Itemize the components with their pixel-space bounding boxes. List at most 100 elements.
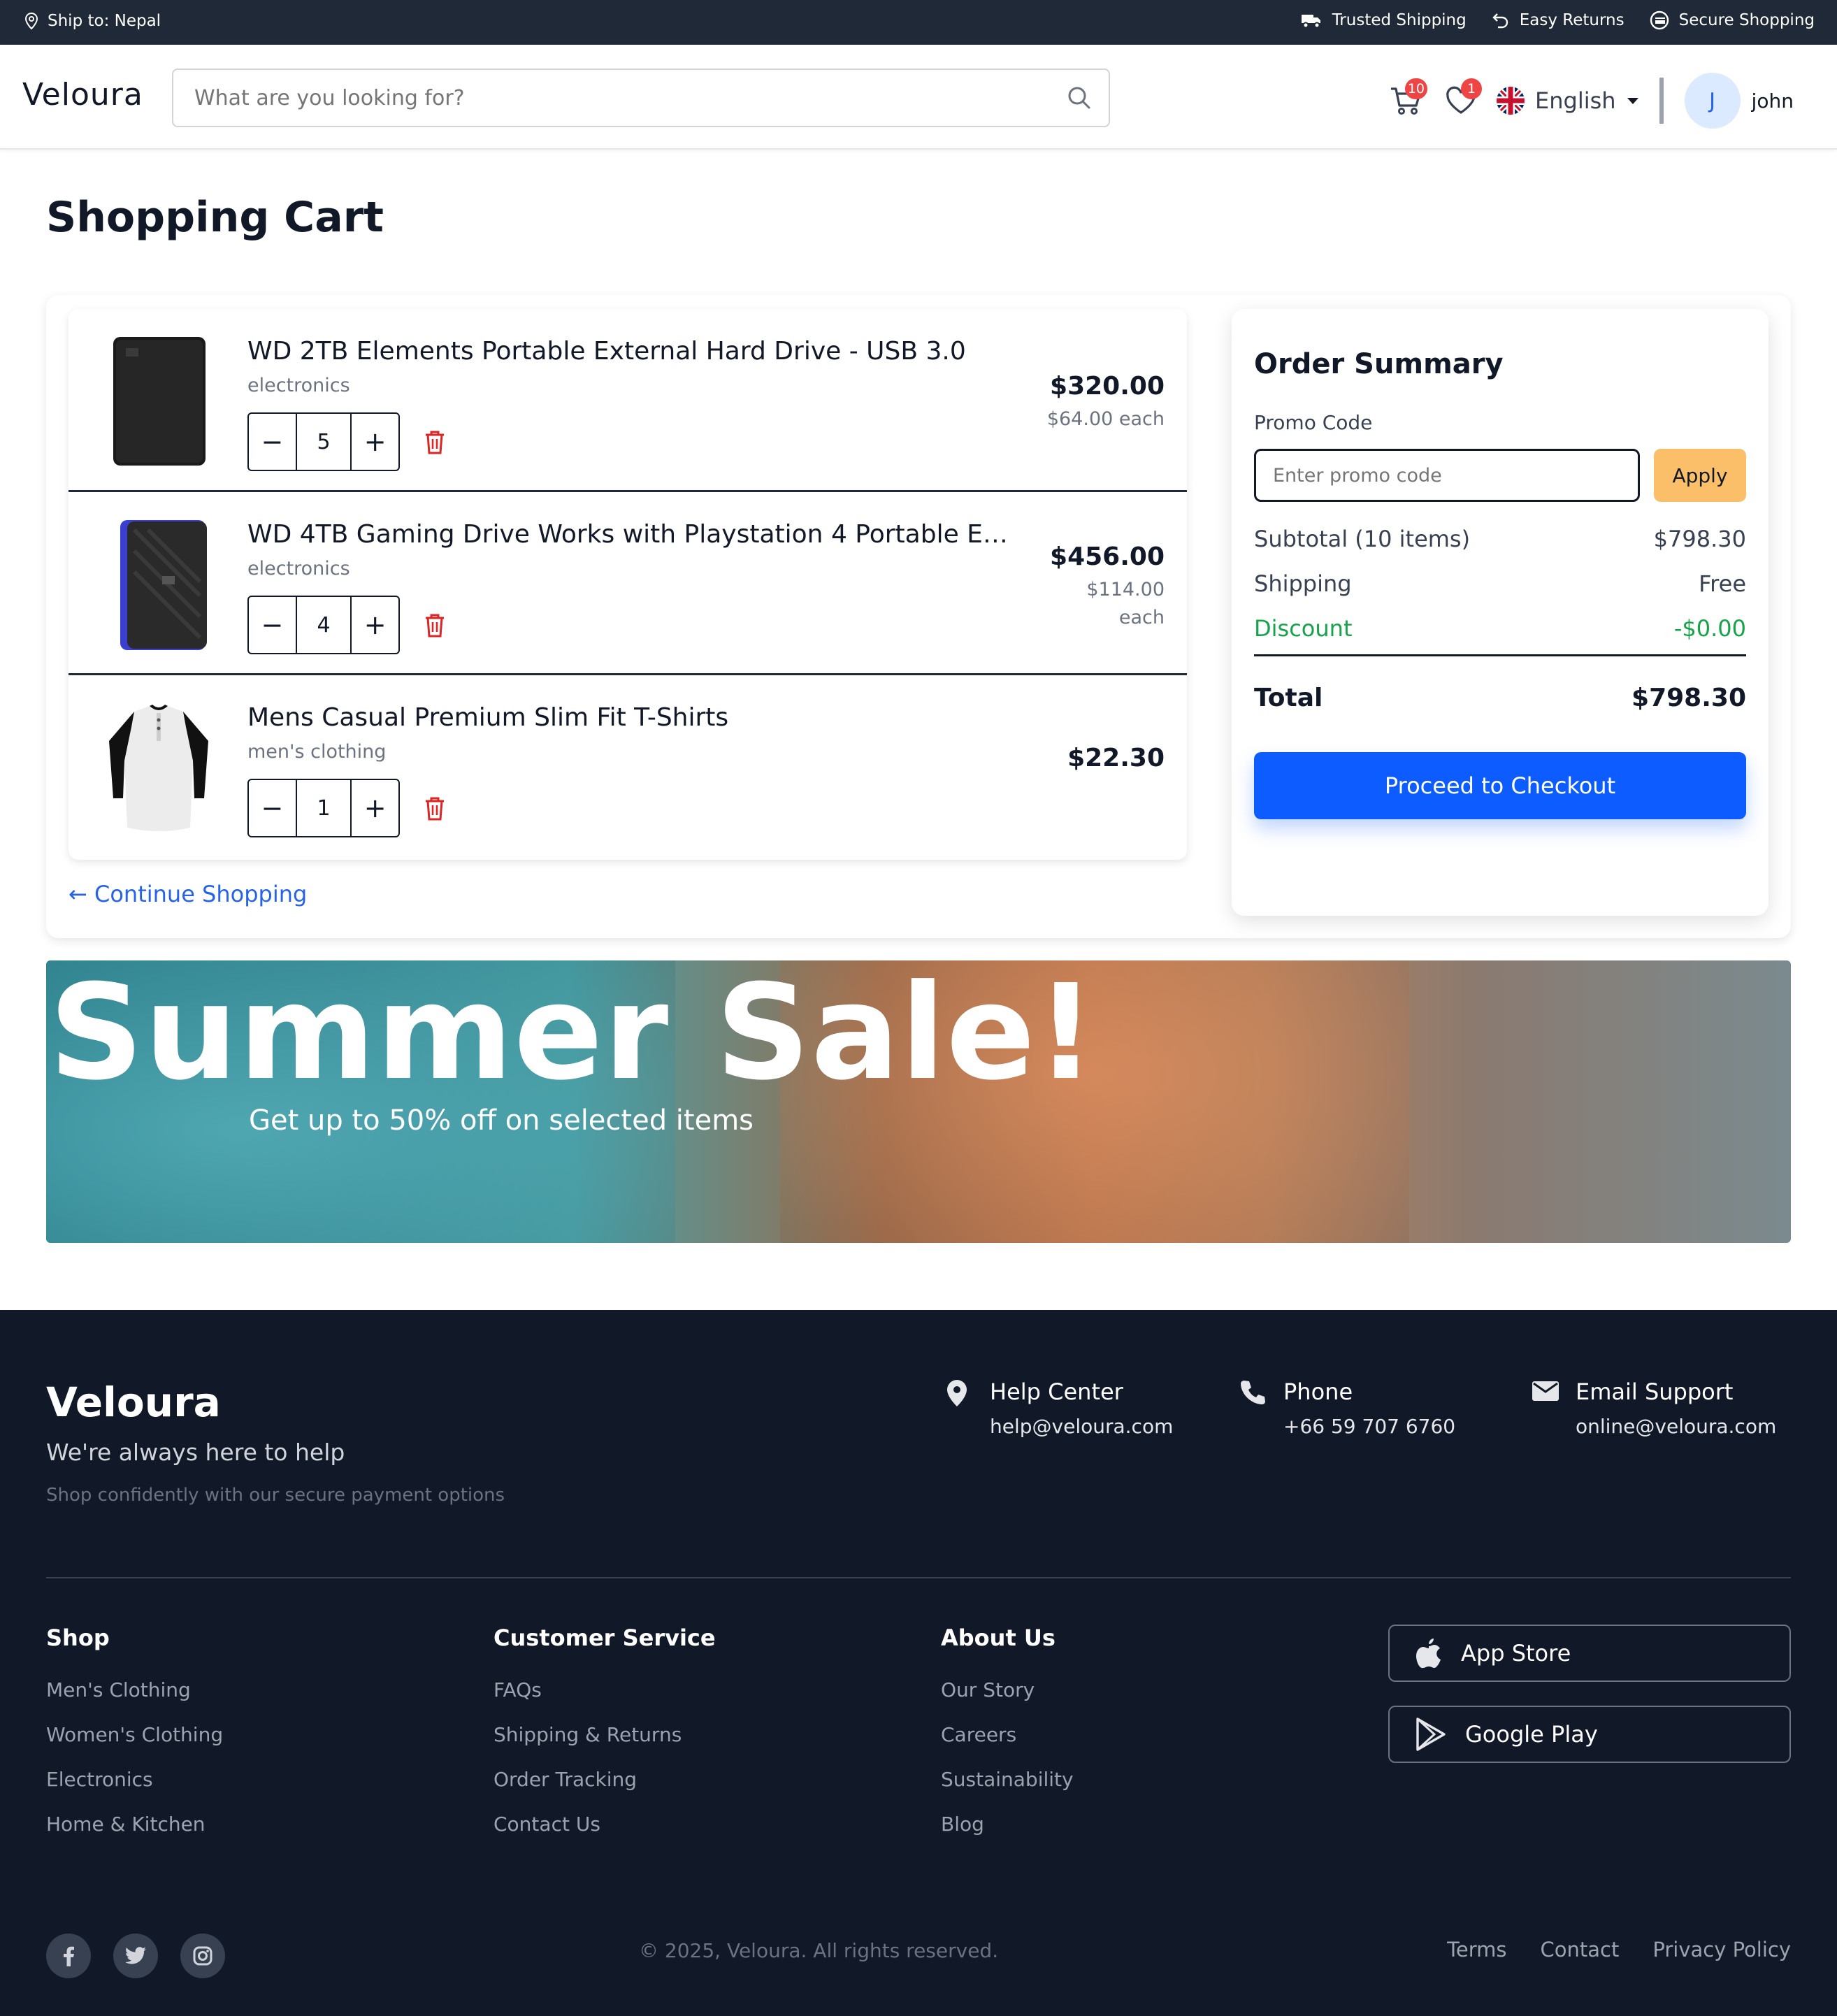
- logo[interactable]: Veloura: [22, 77, 143, 113]
- trash-icon[interactable]: [424, 429, 446, 456]
- footer-link[interactable]: Contact Us: [494, 1802, 716, 1847]
- instagram-button[interactable]: [180, 1934, 225, 1978]
- total-row: Total $798.30: [1254, 684, 1746, 712]
- discount-label: Discount: [1254, 615, 1353, 642]
- quantity-value[interactable]: 1: [295, 780, 352, 836]
- footer-link[interactable]: Women's Clothing: [46, 1713, 223, 1757]
- shipping-label: Shipping: [1254, 570, 1352, 597]
- terms-link[interactable]: Terms: [1447, 1938, 1506, 1961]
- chevron-down-icon: [1627, 98, 1638, 104]
- quantity-stepper: − 4 +: [247, 596, 400, 654]
- trash-icon[interactable]: [424, 795, 446, 822]
- footer-column-about-us: About Us Our Story Careers Sustainabilit…: [941, 1625, 1074, 1847]
- footer-divider: [46, 1577, 1791, 1578]
- ship-to[interactable]: Ship to: Nepal: [24, 12, 161, 30]
- location-pin-icon: [24, 12, 38, 30]
- discount-value: -$0.00: [1673, 615, 1746, 642]
- footer-link[interactable]: Shipping & Returns: [494, 1713, 716, 1757]
- item-name[interactable]: WD 2TB Elements Portable External Hard D…: [247, 337, 1016, 366]
- perks-list: Trusted Shipping Easy Returns Secure Sho…: [1300, 10, 1815, 30]
- copyright: © 2025, Veloura. All rights reserved.: [639, 1939, 999, 1962]
- google-play-icon: [1416, 1718, 1446, 1751]
- footer-note: Shop confidently with our secure payment…: [46, 1485, 505, 1506]
- item-category: electronics: [247, 375, 350, 396]
- facebook-button[interactable]: [46, 1934, 91, 1978]
- quantity-value[interactable]: 4: [295, 597, 352, 653]
- footer-column-customer-service: Customer Service FAQs Shipping & Returns…: [494, 1625, 716, 1847]
- footer-column-shop: Shop Men's Clothing Women's Clothing Ele…: [46, 1625, 223, 1847]
- promo-label: Promo Code: [1254, 411, 1373, 434]
- mail-icon: [1532, 1381, 1559, 1401]
- item-total: $320.00: [1050, 372, 1165, 401]
- contact-value[interactable]: +66 59 707 6760: [1283, 1415, 1455, 1438]
- footer-link[interactable]: Home & Kitchen: [46, 1802, 223, 1847]
- contact-title: Help Center: [990, 1378, 1123, 1405]
- app-store-button[interactable]: App Store: [1388, 1625, 1791, 1682]
- privacy-policy-link[interactable]: Privacy Policy: [1652, 1938, 1791, 1961]
- item-name[interactable]: Mens Casual Premium Slim Fit T-Shirts: [247, 703, 1016, 732]
- secure-card-icon: [1650, 10, 1669, 30]
- checkout-button[interactable]: Proceed to Checkout: [1254, 752, 1746, 819]
- total-label: Total: [1254, 684, 1323, 712]
- tshirt-image: [109, 705, 208, 831]
- gaming-drive-image: [120, 520, 207, 650]
- footer-link[interactable]: Men's Clothing: [46, 1668, 223, 1713]
- contact-value[interactable]: help@veloura.com: [990, 1415, 1173, 1438]
- contact-link[interactable]: Contact: [1541, 1938, 1620, 1961]
- shipping-row: Shipping Free: [1254, 570, 1746, 597]
- wishlist-button[interactable]: 1: [1439, 78, 1483, 123]
- wishlist-count-badge: 1: [1461, 78, 1482, 99]
- app-store-label: App Store: [1461, 1640, 1571, 1666]
- footer-link[interactable]: Electronics: [46, 1757, 223, 1802]
- contact-value[interactable]: online@veloura.com: [1576, 1415, 1776, 1438]
- username[interactable]: john: [1752, 89, 1794, 113]
- search-input[interactable]: [194, 82, 1033, 113]
- increase-button[interactable]: +: [352, 597, 398, 653]
- footer-tagline: We're always here to help: [46, 1439, 345, 1466]
- cart-button[interactable]: 10: [1384, 78, 1429, 123]
- item-category: electronics: [247, 558, 350, 579]
- summer-sale-banner[interactable]: Summer Sale! Get up to 50% off on select…: [46, 960, 1791, 1243]
- continue-shopping-link[interactable]: ← Continue Shopping: [69, 881, 307, 907]
- decrease-button[interactable]: −: [249, 780, 296, 836]
- avatar[interactable]: J: [1684, 73, 1741, 129]
- quantity-value[interactable]: 5: [295, 414, 352, 470]
- contact-title: Email Support: [1576, 1378, 1734, 1405]
- google-play-label: Google Play: [1465, 1721, 1598, 1748]
- return-arrow-icon: [1492, 13, 1508, 29]
- footer-link[interactable]: Sustainability: [941, 1757, 1074, 1802]
- increase-button[interactable]: +: [352, 780, 398, 836]
- subtotal-label: Subtotal (10 items): [1254, 526, 1471, 552]
- uk-flag-icon: [1497, 87, 1525, 115]
- footer-link[interactable]: Order Tracking: [494, 1757, 716, 1802]
- decrease-button[interactable]: −: [249, 414, 296, 470]
- item-unit-price-suffix: each: [1118, 607, 1165, 628]
- google-play-button[interactable]: Google Play: [1388, 1706, 1791, 1763]
- hard-drive-image: [113, 337, 206, 466]
- summary-title: Order Summary: [1254, 348, 1504, 380]
- cart-container: WD 2TB Elements Portable External Hard D…: [46, 295, 1791, 938]
- quantity-stepper: − 5 +: [247, 412, 400, 471]
- facebook-icon: [64, 1946, 74, 1966]
- item-name[interactable]: WD 4TB Gaming Drive Works with Playstati…: [247, 520, 1016, 549]
- item-category: men's clothing: [247, 741, 387, 763]
- decrease-button[interactable]: −: [249, 597, 296, 653]
- language-selector[interactable]: English: [1496, 86, 1640, 115]
- twitter-button[interactable]: [113, 1934, 158, 1978]
- promo-code-input[interactable]: [1254, 449, 1640, 502]
- cart-item: WD 4TB Gaming Drive Works with Playstati…: [69, 492, 1187, 675]
- search-icon[interactable]: [1065, 84, 1093, 112]
- footer-link[interactable]: Careers: [941, 1713, 1074, 1757]
- cart-items-list: WD 2TB Elements Portable External Hard D…: [69, 309, 1187, 860]
- apply-button[interactable]: Apply: [1654, 449, 1746, 502]
- increase-button[interactable]: +: [352, 414, 398, 470]
- subtotal-value: $798.30: [1653, 526, 1746, 552]
- page-title: Shopping Cart: [46, 193, 384, 242]
- search-box[interactable]: [172, 69, 1110, 127]
- footer-link[interactable]: FAQs: [494, 1668, 716, 1713]
- footer-link[interactable]: Our Story: [941, 1668, 1074, 1713]
- banner-headline: Summer Sale!: [49, 960, 1097, 1109]
- footer-link[interactable]: Blog: [941, 1802, 1074, 1847]
- summary-divider: [1254, 654, 1746, 656]
- trash-icon[interactable]: [424, 612, 446, 639]
